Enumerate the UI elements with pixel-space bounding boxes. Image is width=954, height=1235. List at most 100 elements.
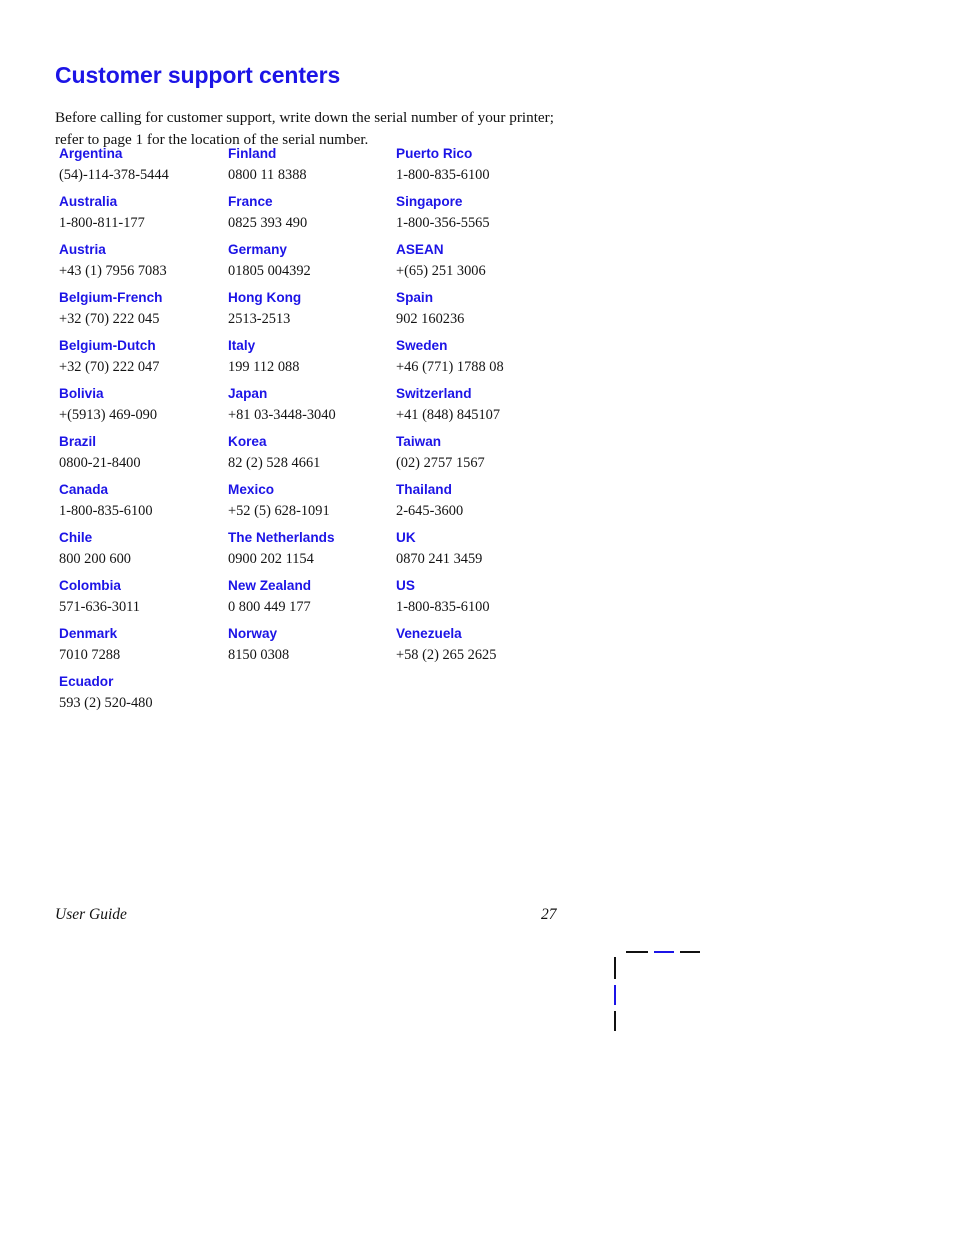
contact-entry: Hong Kong 2513-2513: [228, 289, 396, 337]
contact-entry: Chile 800 200 600: [59, 529, 227, 577]
contact-phone-number: 2-645-3600: [396, 503, 464, 519]
document-page: Customer support centers Before calling …: [0, 0, 954, 1235]
contacts-column-3: Puerto Rico 1-800-835-6100 Singapore 1-800-…: [396, 145, 586, 673]
contact-phone-number: 0 800 449 177: [228, 599, 311, 615]
contact-country-name: The Netherlands: [228, 530, 335, 545]
contact-entry: Belgium-Dutch +32 (70) 222 047: [59, 337, 227, 385]
contact-entry: Australia 1-800-811-177: [59, 193, 227, 241]
contact-country-name: Switzerland: [396, 386, 472, 401]
contact-entry: The Netherlands 0900 202 1154: [228, 529, 396, 577]
contact-phone-number: 1-800-356-5565: [396, 215, 490, 231]
crop-mark-vertical: [614, 957, 616, 1031]
contact-phone-number: 0800-21-8400: [59, 455, 141, 471]
contact-country-name: Spain: [396, 290, 434, 305]
contact-phone-number: +(65) 251 3006: [396, 263, 486, 279]
contact-phone-number: 199 112 088: [228, 359, 300, 375]
crop-mark-horizontal: [626, 951, 700, 953]
contact-phone-number: 571-636-3011: [59, 599, 141, 615]
contact-entry: Italy 199 112 088: [228, 337, 396, 385]
footer-page-number: 27: [541, 906, 557, 923]
contact-entry: France 0825 393 490: [228, 193, 396, 241]
contact-entry: US 1-800-835-6100: [396, 577, 586, 625]
contact-phone-number: +46 (771) 1788 08: [396, 359, 504, 375]
contact-phone-number: 1-800-811-177: [59, 215, 145, 231]
contact-phone-number: +32 (70) 222 047: [59, 359, 160, 375]
contact-country-name: Sweden: [396, 338, 448, 353]
contact-country-name: Puerto Rico: [396, 146, 473, 161]
contact-country-name: France: [228, 194, 273, 209]
contact-phone-number: 1-800-835-6100: [396, 599, 490, 615]
crop-segment-blue-center: [654, 951, 674, 953]
contact-entry: Singapore 1-800-356-5565: [396, 193, 586, 241]
contact-country-name: Belgium-Dutch: [59, 338, 156, 353]
contact-entry: Switzerland +41 (848) 845107: [396, 385, 586, 433]
contact-entry: Argentina (54)-114-378-5444: [59, 145, 227, 193]
contact-phone-number: 7010 7288: [59, 647, 121, 663]
contact-phone-number: (02) 2757 1567: [396, 455, 485, 471]
contact-entry: Bolivia +(5913) 469-090: [59, 385, 227, 433]
contact-entry: Korea 82 (2) 528 4661: [228, 433, 396, 481]
contact-entry: UK 0870 241 3459: [396, 529, 586, 577]
contact-country-name: Taiwan: [396, 434, 442, 449]
contact-phone-number: 0900 202 1154: [228, 551, 314, 567]
contact-country-name: ASEAN: [396, 242, 444, 257]
contact-entry: Belgium-French +32 (70) 222 045: [59, 289, 227, 337]
contact-phone-number: 593 (2) 520-480: [59, 695, 153, 711]
contact-phone-number: +32 (70) 222 045: [59, 311, 160, 327]
contact-country-name: Japan: [228, 386, 268, 401]
contact-phone-number: 0870 241 3459: [396, 551, 483, 567]
contact-phone-number: 0800 11 8388: [228, 167, 307, 183]
crop-segment-black-top: [614, 957, 616, 979]
contact-phone-number: 01805 004392: [228, 263, 311, 279]
contact-country-name: Ecuador: [59, 674, 114, 689]
contact-entry: Mexico +52 (5) 628-1091: [228, 481, 396, 529]
contact-country-name: Argentina: [59, 146, 123, 161]
contact-country-name: Brazil: [59, 434, 97, 449]
contact-country-name: Denmark: [59, 626, 118, 641]
contact-entry: Thailand 2-645-3600: [396, 481, 586, 529]
contact-entry: Canada 1-800-835-6100: [59, 481, 227, 529]
contact-country-name: US: [396, 578, 415, 593]
contact-phone-number: 82 (2) 528 4661: [228, 455, 321, 471]
crop-segment-black-right: [680, 951, 700, 953]
contact-entry: Sweden +46 (771) 1788 08: [396, 337, 586, 385]
page-footer: User Guide 27: [55, 906, 557, 928]
contact-phone-number: +41 (848) 845107: [396, 407, 501, 423]
contacts-column-1: Argentina (54)-114-378-5444 Australia 1-800…: [59, 145, 227, 721]
contact-phone-number: +52 (5) 628-1091: [228, 503, 330, 519]
contact-entry: New Zealand 0 800 449 177: [228, 577, 396, 625]
contact-country-name: Mexico: [228, 482, 275, 497]
contact-country-name: Korea: [228, 434, 267, 449]
crop-segment-black-left: [626, 951, 648, 953]
contact-country-name: Canada: [59, 482, 109, 497]
contact-entry: Germany 01805 004392: [228, 241, 396, 289]
crop-segment-blue-middle: [614, 985, 616, 1005]
contact-phone-number: +(5913) 469-090: [59, 407, 158, 423]
contact-entry: Japan +81 03-3448-3040: [228, 385, 396, 433]
contact-entry: Brazil 0800-21-8400: [59, 433, 227, 481]
contact-entry: Puerto Rico 1-800-835-6100: [396, 145, 586, 193]
contact-phone-number: +81 03-3448-3040: [228, 407, 336, 423]
contact-country-name: Chile: [59, 530, 93, 545]
contact-entry: ASEAN +(65) 251 3006: [396, 241, 586, 289]
contact-entry: Venezuela +58 (2) 265 2625: [396, 625, 586, 673]
contact-entry: Finland 0800 11 8388: [228, 145, 396, 193]
support-centers-list: Argentina (54)-114-378-5444 Australia 1-800…: [0, 0, 954, 711]
contact-phone-number: 0825 393 490: [228, 215, 308, 231]
contact-phone-number: +58 (2) 265 2625: [396, 647, 497, 663]
contact-phone-number: +43 (1) 7956 7083: [59, 263, 167, 279]
contact-country-name: Singapore: [396, 194, 463, 209]
contact-entry: Colombia 571-636-3011: [59, 577, 227, 625]
contact-country-name: Austria: [59, 242, 106, 257]
contact-entry: Ecuador 593 (2) 520-480: [59, 673, 227, 721]
contact-entry: Taiwan (02) 2757 1567: [396, 433, 586, 481]
contact-country-name: Bolivia: [59, 386, 104, 401]
contact-phone-number: 1-800-835-6100: [59, 503, 153, 519]
contact-phone-number: 2513-2513: [228, 311, 291, 327]
contacts-column-2: Finland 0800 11 8388 France 0825 393 490 Ger…: [228, 145, 396, 673]
contact-entry: Denmark 7010 7288: [59, 625, 227, 673]
contact-entry: Norway 8150 0308: [228, 625, 396, 673]
contact-country-name: Hong Kong: [228, 290, 302, 305]
contact-phone-number: 800 200 600: [59, 551, 131, 567]
contact-country-name: Germany: [228, 242, 287, 257]
